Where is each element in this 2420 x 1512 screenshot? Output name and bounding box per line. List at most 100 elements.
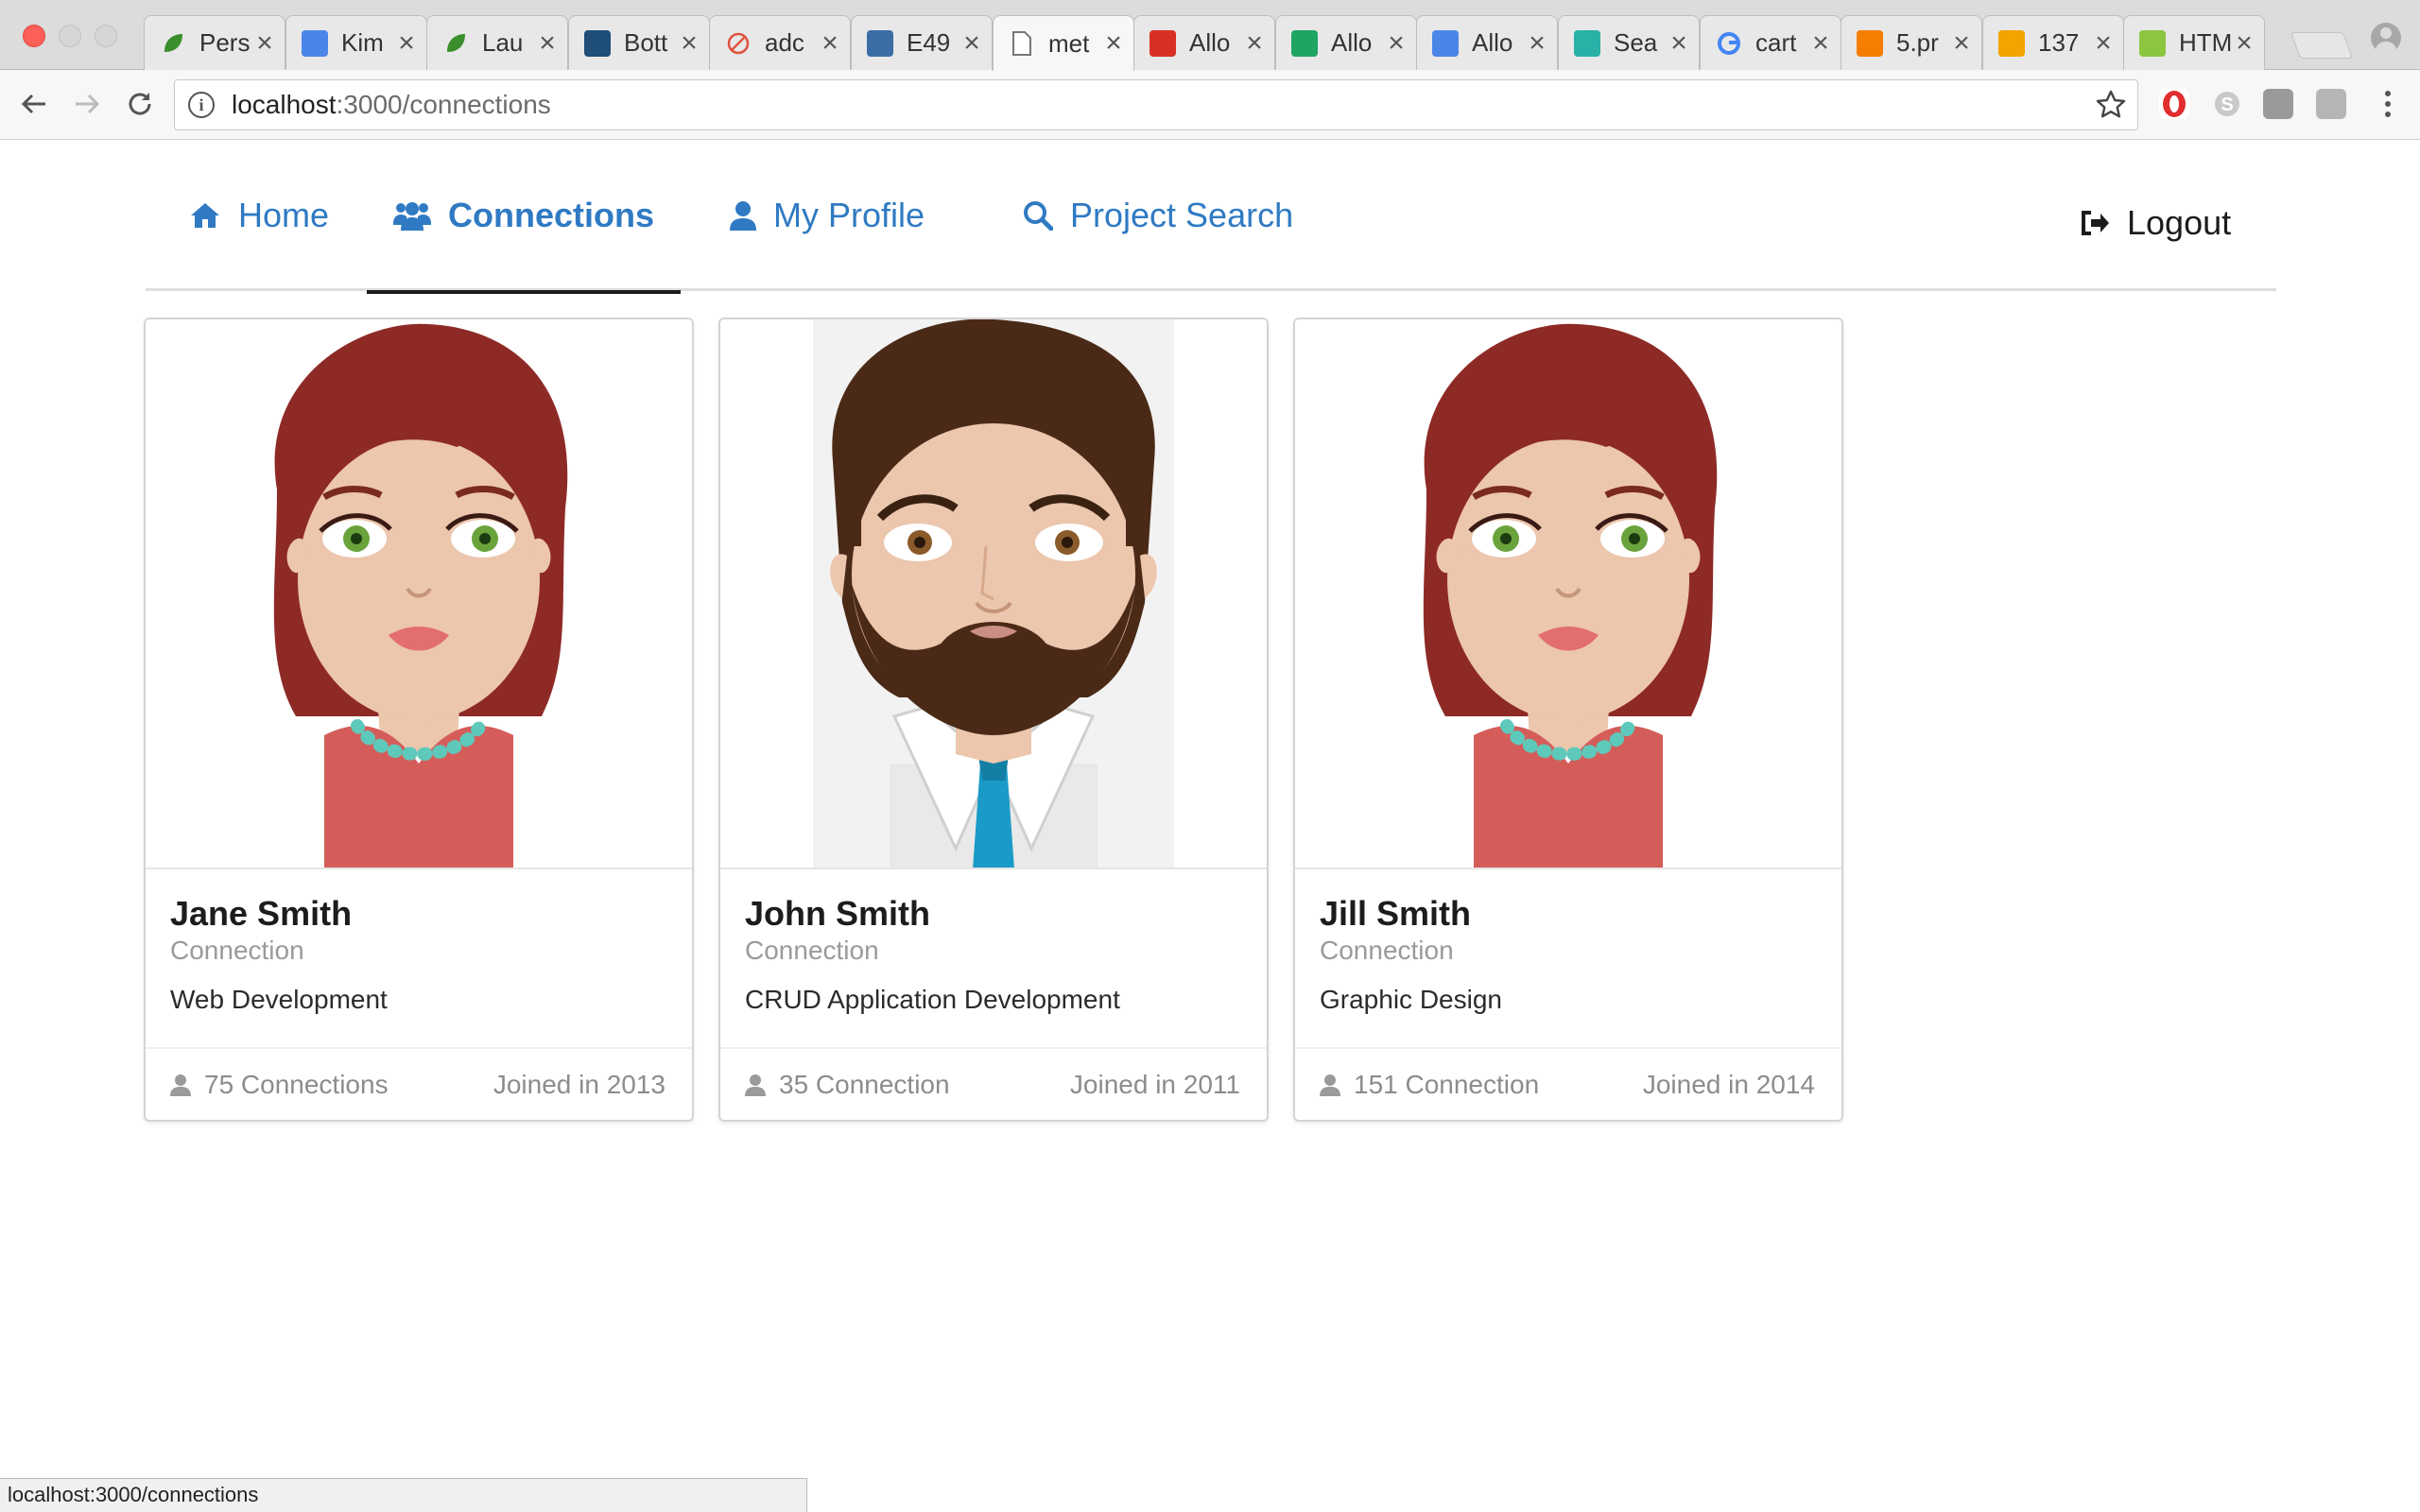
connection-card[interactable]: Jill Smith Connection Graphic Design 151… (1293, 318, 1843, 1122)
browser-tab[interactable]: met × (993, 15, 1134, 71)
card-name[interactable]: Jane Smith (170, 894, 352, 934)
connection-count-label: 151 Connection (1354, 1070, 1540, 1099)
card-image (146, 319, 692, 869)
browser-tab[interactable]: Pers × (144, 15, 285, 70)
browser-tab[interactable]: Kim × (285, 15, 427, 70)
w3-icon (2139, 29, 2166, 57)
nav-logout-label: Logout (2127, 203, 2232, 242)
close-tab-icon[interactable]: × (1527, 28, 1547, 58)
new-tab-button[interactable] (2290, 32, 2354, 59)
close-tab-icon[interactable]: × (1951, 28, 1972, 58)
browser-tab[interactable]: Bott × (568, 15, 710, 70)
bookmark-star-icon[interactable] (2094, 88, 2128, 127)
nav-home[interactable]: Home (163, 140, 355, 291)
connection-count[interactable]: 75 Connections (170, 1070, 389, 1100)
browser-tab-strip: Pers × Kim × Lau × Bott × adc × E49 × met × Allo × Allo ×… (0, 0, 2420, 71)
s-icon (1574, 29, 1600, 57)
browser-tab-title: HTM (2179, 28, 2233, 57)
connection-card[interactable]: John Smith Connection CRUD Application D… (718, 318, 1269, 1122)
joined-date: Joined in 2014 (1642, 1070, 1815, 1099)
nav-my-profile[interactable]: My Profile (703, 140, 951, 291)
close-tab-icon[interactable]: × (820, 28, 840, 58)
address-bar[interactable]: i localhost:3000/connections (174, 79, 2138, 130)
close-tab-icon[interactable]: × (1103, 29, 1124, 58)
browser-tab-title: E49 (907, 28, 951, 57)
address-url: localhost:3000/connections (232, 90, 551, 119)
browser-tab[interactable]: 137 × (1982, 15, 2124, 70)
browser-tab-title: 5.pr (1896, 28, 1939, 57)
fullscreen-window-button[interactable] (95, 25, 117, 47)
scissors-icon (1998, 29, 2025, 57)
browser-tab[interactable]: Allo × (1416, 15, 1558, 70)
close-tab-icon[interactable]: × (254, 28, 275, 58)
browser-tab[interactable]: Allo × (1275, 15, 1417, 70)
close-tab-icon[interactable]: × (1386, 28, 1407, 58)
nav-home-label: Home (238, 196, 330, 234)
connection-count[interactable]: 35 Connection (745, 1070, 950, 1100)
close-tab-icon[interactable]: × (1810, 28, 1831, 58)
close-tab-icon[interactable]: × (2093, 28, 2114, 58)
notes-extension-icon[interactable] (2263, 89, 2293, 119)
docs-icon (302, 29, 328, 57)
nav-logout[interactable]: Logout (2053, 147, 2257, 299)
bi-icon (584, 29, 611, 57)
slash-circle-icon (725, 30, 752, 57)
forward-button[interactable] (66, 83, 108, 125)
card-name[interactable]: Jill Smith (1320, 894, 1471, 934)
docs-icon (1432, 29, 1459, 57)
close-tab-icon[interactable]: × (396, 28, 417, 58)
browser-tab[interactable]: Sea × (1558, 15, 1700, 70)
browser-tab[interactable]: Lau × (426, 15, 568, 70)
close-tab-icon[interactable]: × (537, 28, 558, 58)
back-button[interactable] (13, 83, 55, 125)
browser-tab-title: Allo (1331, 28, 1373, 57)
status-bar-url: localhost:3000/connections (0, 1478, 807, 1512)
browser-tab-title: cart (1755, 28, 1797, 57)
close-window-button[interactable] (23, 25, 45, 47)
browser-tab[interactable]: 5.pr × (1841, 15, 1982, 70)
browser-tab-title: Lau (482, 28, 524, 57)
browser-tab[interactable]: Allo × (1133, 15, 1275, 70)
browser-tab-title: adc (765, 28, 804, 57)
google-icon (1716, 30, 1742, 57)
gmail-icon (1150, 29, 1176, 57)
skype-extension-icon[interactable]: S (2212, 89, 2242, 119)
sign-out-icon (2080, 209, 2110, 237)
card-description: Graphic Design (1320, 985, 1502, 1014)
card-meta: Connection (1320, 936, 1454, 965)
browser-menu-button[interactable] (2367, 83, 2409, 125)
page-icon (1009, 30, 1035, 57)
browser-tab[interactable]: E49 × (851, 15, 993, 70)
close-tab-icon[interactable]: × (679, 28, 700, 58)
browser-profile-icon[interactable] (2371, 23, 2401, 53)
minimize-window-button[interactable] (59, 25, 81, 47)
browser-tab-title: met (1048, 28, 1090, 58)
card-name[interactable]: John Smith (745, 894, 930, 934)
user-icon (170, 1074, 191, 1096)
nav-my-profile-label: My Profile (773, 196, 925, 234)
opera-extension-icon[interactable] (2159, 89, 2189, 119)
close-tab-icon[interactable]: × (1668, 28, 1689, 58)
user-icon (730, 200, 756, 231)
male-avatar-image (813, 319, 1174, 868)
reload-button[interactable] (119, 83, 161, 125)
female-avatar-image (1423, 323, 1718, 868)
connection-count[interactable]: 151 Connection (1320, 1070, 1539, 1100)
close-tab-icon[interactable]: × (1244, 28, 1265, 58)
card-image (720, 319, 1267, 869)
close-tab-icon[interactable]: × (961, 28, 982, 58)
nav-connections-label: Connections (448, 195, 655, 234)
browser-tab[interactable]: adc × (709, 15, 851, 70)
connection-card[interactable]: Jane Smith Connection Web Development 75… (144, 318, 694, 1122)
browser-tab[interactable]: cart × (1700, 15, 1841, 70)
k-extension-icon[interactable] (2316, 89, 2346, 119)
nav-project-search[interactable]: Project Search (996, 140, 1320, 291)
back-arrow-icon (21, 94, 45, 114)
site-info-icon[interactable]: i (188, 92, 215, 118)
close-tab-icon[interactable]: × (2234, 28, 2255, 58)
nav-connections[interactable]: Connections (367, 140, 682, 294)
search-icon (1023, 200, 1053, 231)
browser-tab[interactable]: HTM × (2123, 15, 2265, 70)
connection-count-label: 75 Connections (204, 1070, 389, 1099)
browser-toolbar: i localhost:3000/connections S (0, 70, 2420, 140)
